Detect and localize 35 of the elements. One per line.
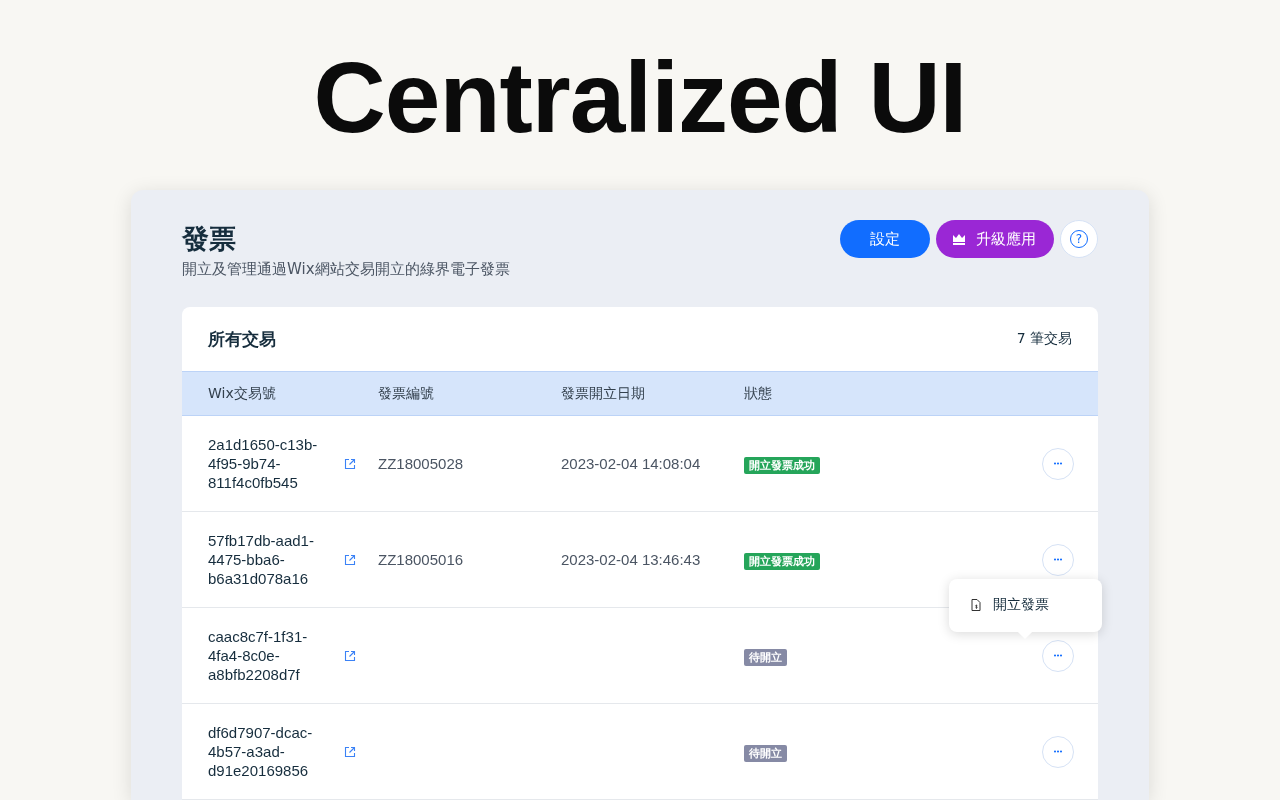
- headline: Centralized UI: [313, 42, 967, 155]
- page-title: 發票: [182, 222, 237, 256]
- status-tag: 待開立: [744, 745, 787, 762]
- invoice-number: ZZ18005028: [378, 455, 464, 472]
- external-link-icon[interactable]: [344, 553, 356, 566]
- external-link-icon[interactable]: [344, 745, 356, 758]
- external-link-icon[interactable]: [344, 649, 356, 662]
- upgrade-button[interactable]: 升級應用: [936, 220, 1054, 258]
- crown-icon: [952, 233, 966, 245]
- transaction-id: caac8c7f-1f31-4fa4-8c0e-a8bfb2208d7f: [208, 627, 309, 684]
- invoice-date: 2023-02-04 14:08:04: [561, 455, 701, 472]
- status-tag: 開立發票成功: [744, 553, 820, 570]
- more-icon: [1053, 558, 1063, 561]
- document-icon: [971, 599, 981, 611]
- external-link-icon[interactable]: [344, 457, 356, 470]
- more-icon: [1053, 750, 1063, 753]
- more-icon: [1053, 654, 1063, 657]
- table-title: 所有交易: [208, 327, 276, 351]
- invoice-date: 2023-02-04 13:46:43: [561, 551, 701, 568]
- transaction-id: df6d7907-dcac-4b57-a3ad-d91e20169856: [208, 723, 314, 780]
- transaction-id: 2a1d1650-c13b-4f95-9b74-811f4c0fb545: [208, 435, 319, 492]
- status-tag: 開立發票成功: [744, 457, 820, 474]
- transaction-id: 57fb17db-aad1-4475-bba6-b6a31d078a16: [208, 531, 315, 588]
- help-button[interactable]: ?: [1060, 220, 1098, 258]
- column-header: Wix交易號: [208, 384, 277, 403]
- status-tag: 待開立: [744, 649, 787, 666]
- menu-item[interactable]: 開立發票: [971, 596, 1049, 614]
- page-subtitle: 開立及管理通過Wix網站交易開立的綠界電子發票: [182, 260, 510, 279]
- column-header: 狀態: [744, 384, 773, 403]
- settings-button[interactable]: 設定: [840, 220, 930, 258]
- column-header: 發票編號: [378, 384, 435, 403]
- column-header: 發票開立日期: [561, 384, 646, 403]
- more-icon: [1053, 462, 1063, 465]
- transaction-count: 7 筆交易: [1016, 330, 1072, 348]
- invoice-number: ZZ18005016: [378, 551, 464, 568]
